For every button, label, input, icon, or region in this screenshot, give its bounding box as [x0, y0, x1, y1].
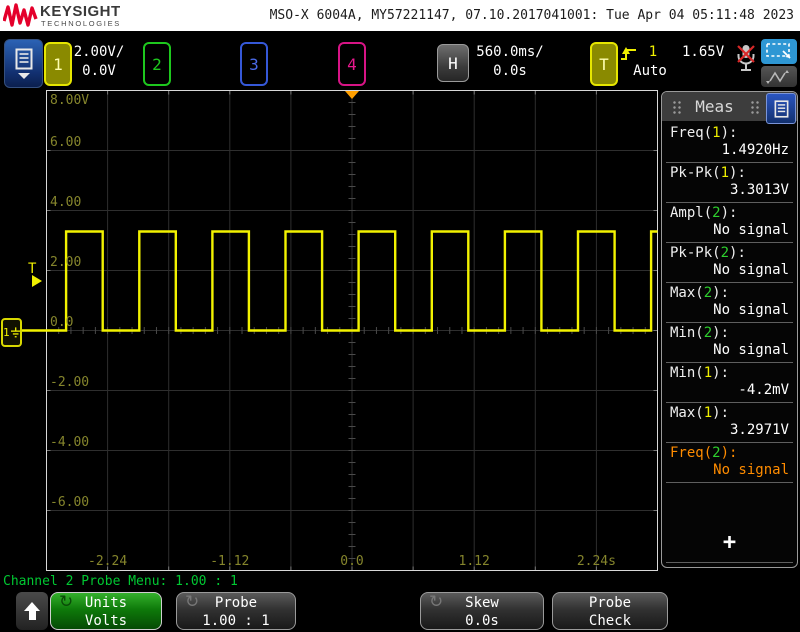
channel-2-button[interactable]: 2	[143, 42, 171, 86]
ground-icon	[10, 326, 20, 337]
softkey-label: Probe	[588, 595, 632, 611]
channel-1-scale: 2.00V/	[73, 44, 125, 60]
arrow-up-icon	[24, 602, 40, 611]
system-status-text: MSO-X 6004A, MY57221147, 07.10.201704100…	[269, 8, 794, 23]
rising-edge-icon	[621, 47, 636, 60]
meas-row[interactable]: Max(1): 3.2971V	[666, 403, 793, 443]
drag-handle-icon[interactable]	[750, 100, 759, 114]
channel-3-button[interactable]: 3	[240, 42, 268, 86]
rectangle-select-icon	[766, 43, 791, 59]
title-bar: KEYSIGHT TECHNOLOGIES MSO-X 6004A, MY572…	[0, 0, 800, 31]
trigger-level: 1.65V	[682, 44, 725, 60]
y-axis-label: -2.00	[50, 375, 90, 390]
y-axis-label: 4.00	[50, 195, 82, 210]
measurements-panel-header[interactable]: Meas	[662, 92, 797, 124]
channel-1-ground-marker[interactable]: 1	[1, 318, 22, 347]
y-axis-label: 0.0	[50, 315, 74, 330]
add-measurement-button[interactable]: +	[666, 523, 793, 563]
y-axis-label: 8.00V	[50, 93, 90, 108]
zoom-select-button[interactable]	[761, 39, 797, 64]
meas-row[interactable]: Pk-Pk(2): No signal	[666, 243, 793, 283]
x-axis-label: 0.0	[340, 554, 364, 569]
meas-row[interactable]: Freq(1): 1.4920Hz	[666, 123, 793, 163]
units-softkey[interactable]: ↻ Units Volts	[50, 592, 162, 630]
horizontal-menu-button[interactable]: H	[437, 44, 469, 82]
y-axis-label: 2.00	[50, 255, 82, 270]
timebase-delay: 0.0s	[493, 63, 527, 79]
microphone-muted-icon[interactable]	[734, 43, 758, 77]
probe-menu-title: Channel 2 Probe Menu: 1.00 : 1	[3, 574, 238, 589]
channel-1-offset: 0.0V	[82, 63, 116, 79]
cycle-icon: ↻	[429, 592, 444, 612]
cycle-icon: ↻	[59, 592, 74, 612]
controls-bar: 1 2 3 4 2.00V/ 0.0V H 560.0ms/ 0.0s T 1 …	[0, 31, 800, 90]
x-axis-label: -2.24	[88, 554, 128, 569]
menu-document-icon	[15, 48, 32, 70]
measurements-panel: Meas Freq(1): 1.4920Hz Pk-Pk(1): 3.3013V Amp…	[661, 91, 798, 568]
main-menu-button[interactable]	[4, 39, 43, 88]
meas-row[interactable]: Min(1): -4.2mV	[666, 363, 793, 403]
channel-1-waveform	[16, 230, 658, 332]
horizontal-readout: 560.0ms/ 0.0s	[466, 43, 554, 81]
menu-back-button[interactable]	[16, 592, 48, 630]
cycle-icon: ↻	[185, 592, 200, 612]
measurements-menu-button[interactable]	[766, 93, 796, 124]
trigger-level-marker-icon[interactable]	[32, 275, 42, 287]
softkey-menu: Channel 2 Probe Menu: 1.00 : 1 ↻ Units V…	[0, 572, 800, 632]
waveform-drag-icon	[766, 69, 789, 84]
waveform-display: 8.00V 6.00 4.00 2.00 0.0 -2.00 -4.00 -6.00 -2.2…	[0, 90, 660, 572]
y-axis-label: 6.00	[50, 135, 82, 150]
probe-ratio-softkey[interactable]: ↻ Probe 1.00 : 1	[176, 592, 296, 630]
trigger-time-marker[interactable]	[345, 91, 359, 99]
trigger-source: 1	[648, 44, 658, 60]
y-axis-label: -4.00	[50, 435, 90, 450]
oscilloscope-screen: KEYSIGHT TECHNOLOGIES MSO-X 6004A, MY572…	[0, 0, 800, 632]
trigger-menu-button[interactable]: T	[590, 42, 618, 86]
softkey-value: 1.00 : 1	[202, 613, 270, 629]
meas-row[interactable]: Pk-Pk(1): 3.3013V	[666, 163, 793, 203]
ground-marker-channel: 1	[3, 326, 10, 339]
pan-mode-button[interactable]	[761, 66, 797, 87]
softkey-value: Volts	[84, 613, 128, 629]
skew-softkey[interactable]: ↻ Skew 0.0s	[420, 592, 544, 630]
channel-4-button[interactable]: 4	[338, 42, 366, 86]
trigger-mode: Auto	[633, 63, 667, 79]
chevron-down-icon	[17, 73, 30, 79]
probe-check-softkey[interactable]: Probe Check	[552, 592, 668, 630]
timebase-scale: 560.0ms/	[476, 44, 544, 60]
x-axis-label: -1.12	[210, 554, 250, 569]
measurements-list: Freq(1): 1.4920Hz Pk-Pk(1): 3.3013V Ampl(2):…	[662, 123, 797, 483]
softkey-value: 0.0s	[465, 613, 499, 629]
x-axis-label: 2.24s	[576, 554, 616, 569]
y-axis-label: -6.00	[50, 495, 90, 510]
meas-row[interactable]: Max(2): No signal	[666, 283, 793, 323]
keysight-logo-icon	[3, 3, 38, 27]
meas-row[interactable]: Freq(2): No signal	[666, 443, 793, 483]
menu-document-icon	[774, 99, 788, 118]
brand-name: KEYSIGHT	[40, 3, 121, 20]
meas-row[interactable]: Ampl(2): No signal	[666, 203, 793, 243]
meas-row[interactable]: Min(2): No signal	[666, 323, 793, 363]
softkey-value: Check	[588, 613, 632, 629]
channel-1-readout: 2.00V/ 0.0V	[68, 43, 130, 81]
x-axis-label: 1.12	[458, 554, 490, 569]
brand-subtitle: TECHNOLOGIES	[41, 19, 121, 28]
